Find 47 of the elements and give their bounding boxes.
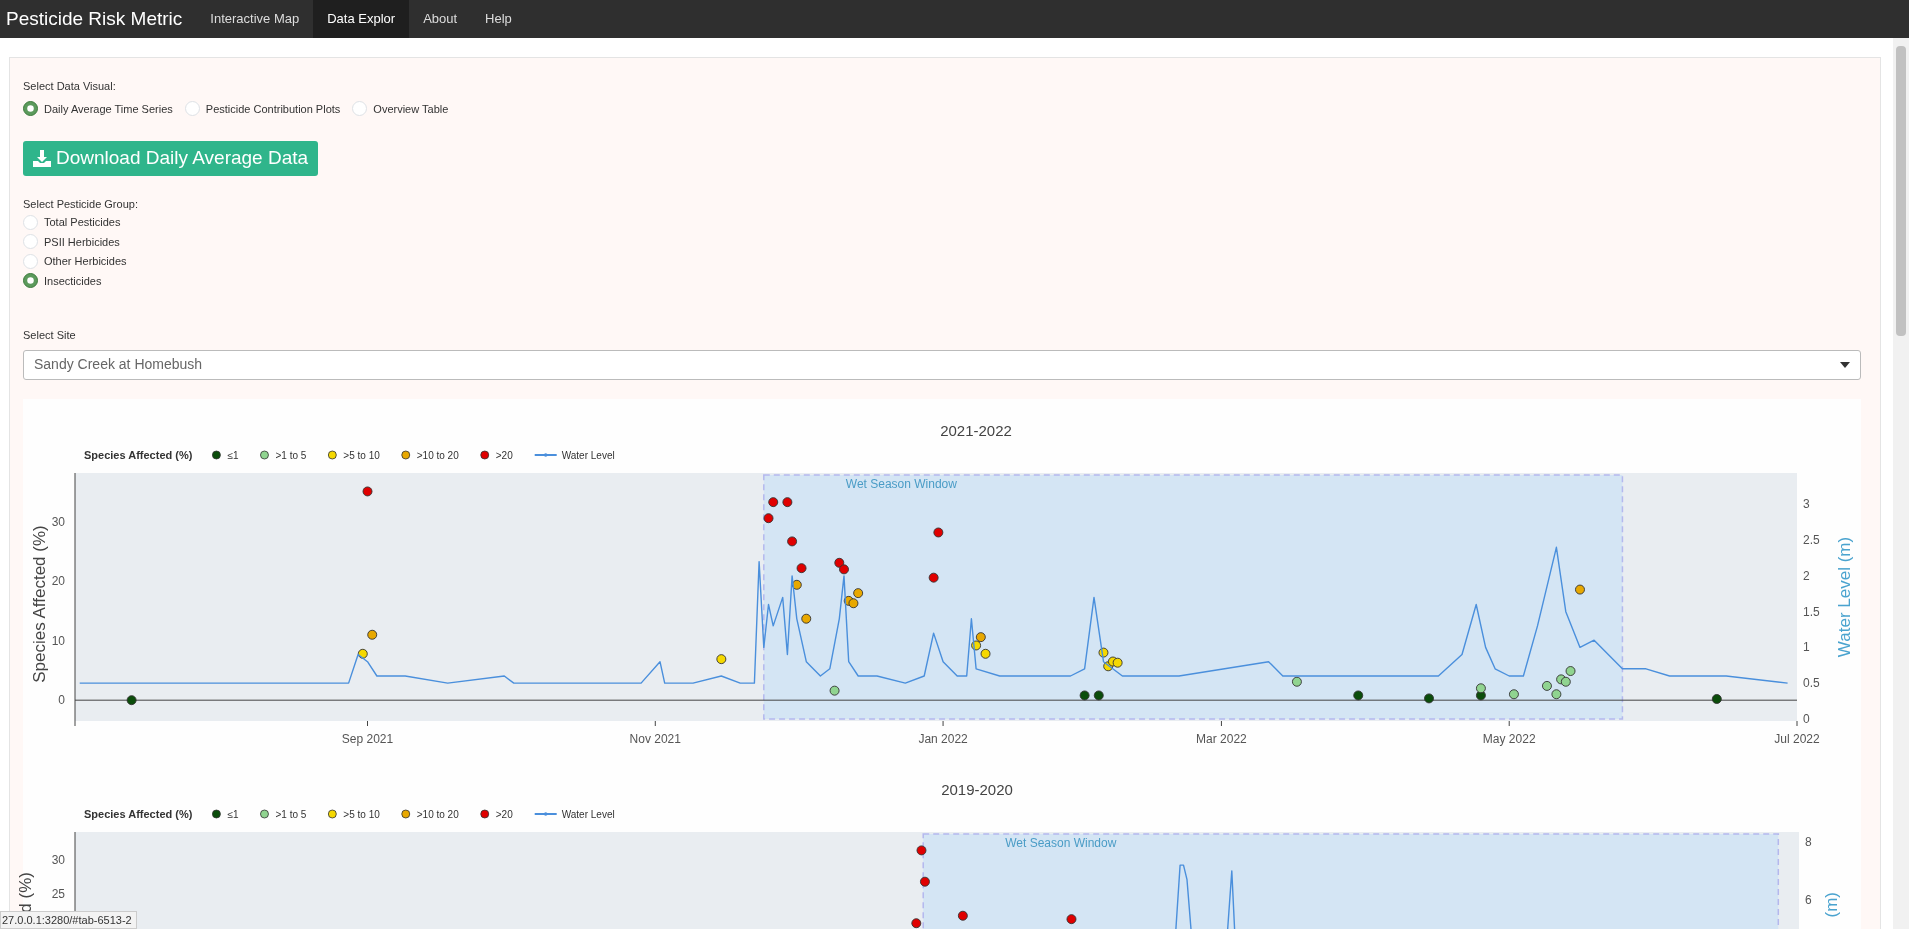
x-tick-label: Jul 2022 bbox=[1774, 731, 1820, 746]
y-axis-title: Species Affected (%) bbox=[30, 524, 49, 683]
chart-title: 2021-2022 bbox=[940, 421, 1012, 439]
legend-label: Water Level bbox=[561, 449, 615, 461]
legend-label: >10 to 20 bbox=[416, 808, 459, 820]
status-url-tooltip: 27.0.0.1:3280/#tab-6513-2 bbox=[0, 910, 137, 929]
group-label: Select Pesticide Group: bbox=[23, 196, 139, 212]
legend-label: Water Level bbox=[561, 808, 615, 820]
chart-title: 2019-2020 bbox=[941, 780, 1013, 798]
legend-title: Species Affected (%) bbox=[84, 807, 193, 820]
y-tick-label: 10 bbox=[51, 633, 65, 648]
legend-label: ≤1 bbox=[227, 449, 239, 461]
legend-label: >20 bbox=[495, 449, 513, 461]
y2-tick-label: 1.5 bbox=[1803, 604, 1820, 619]
y2-tick-label: 2 bbox=[1803, 568, 1810, 583]
y2-tick-label: 1 bbox=[1803, 639, 1810, 654]
y-tick-label: 30 bbox=[51, 852, 65, 867]
legend-label: >5 to 10 bbox=[343, 449, 380, 461]
x-tick-label: Sep 2021 bbox=[341, 731, 394, 746]
legend-label: >10 to 20 bbox=[416, 449, 459, 461]
x-tick-label: May 2022 bbox=[1482, 731, 1536, 746]
y2-tick-label: 0.5 bbox=[1803, 675, 1820, 690]
legend-title: Species Affected (%) bbox=[84, 448, 193, 461]
y-tick-label: 30 bbox=[51, 514, 65, 529]
x-tick-label: Nov 2021 bbox=[629, 731, 681, 746]
legend-label: ≤1 bbox=[227, 808, 239, 820]
app-title: Pesticide Risk Metric bbox=[5, 6, 184, 31]
y2-axis-title: Water Level (m) bbox=[1835, 536, 1854, 657]
y2-tick-label: 8 bbox=[1805, 834, 1812, 849]
y-tick-label: 25 bbox=[51, 886, 65, 901]
x-tick-label: Mar 2022 bbox=[1196, 731, 1247, 746]
legend-label: >1 to 5 bbox=[275, 449, 307, 461]
x-tick-label: Jan 2022 bbox=[918, 731, 968, 746]
y2-axis-title: (m) bbox=[1822, 891, 1841, 917]
y2-tick-label: 2.5 bbox=[1803, 532, 1820, 547]
y2-tick-label: 3 bbox=[1803, 496, 1810, 511]
y2-tick-label: 0 bbox=[1803, 711, 1810, 726]
y-tick-label: 0 bbox=[58, 692, 65, 707]
group-label: Select Data Visual: bbox=[23, 79, 117, 94]
site-label: Select Site bbox=[23, 328, 77, 343]
y2-tick-label: 6 bbox=[1805, 892, 1812, 907]
legend-label: >1 to 5 bbox=[275, 808, 307, 820]
legend-label: >20 bbox=[495, 808, 513, 820]
band-label: Wet Season Window bbox=[845, 476, 957, 491]
y-tick-label: 20 bbox=[51, 573, 65, 588]
band-label: Wet Season Window bbox=[1005, 835, 1117, 850]
legend-label: >5 to 10 bbox=[343, 808, 380, 820]
